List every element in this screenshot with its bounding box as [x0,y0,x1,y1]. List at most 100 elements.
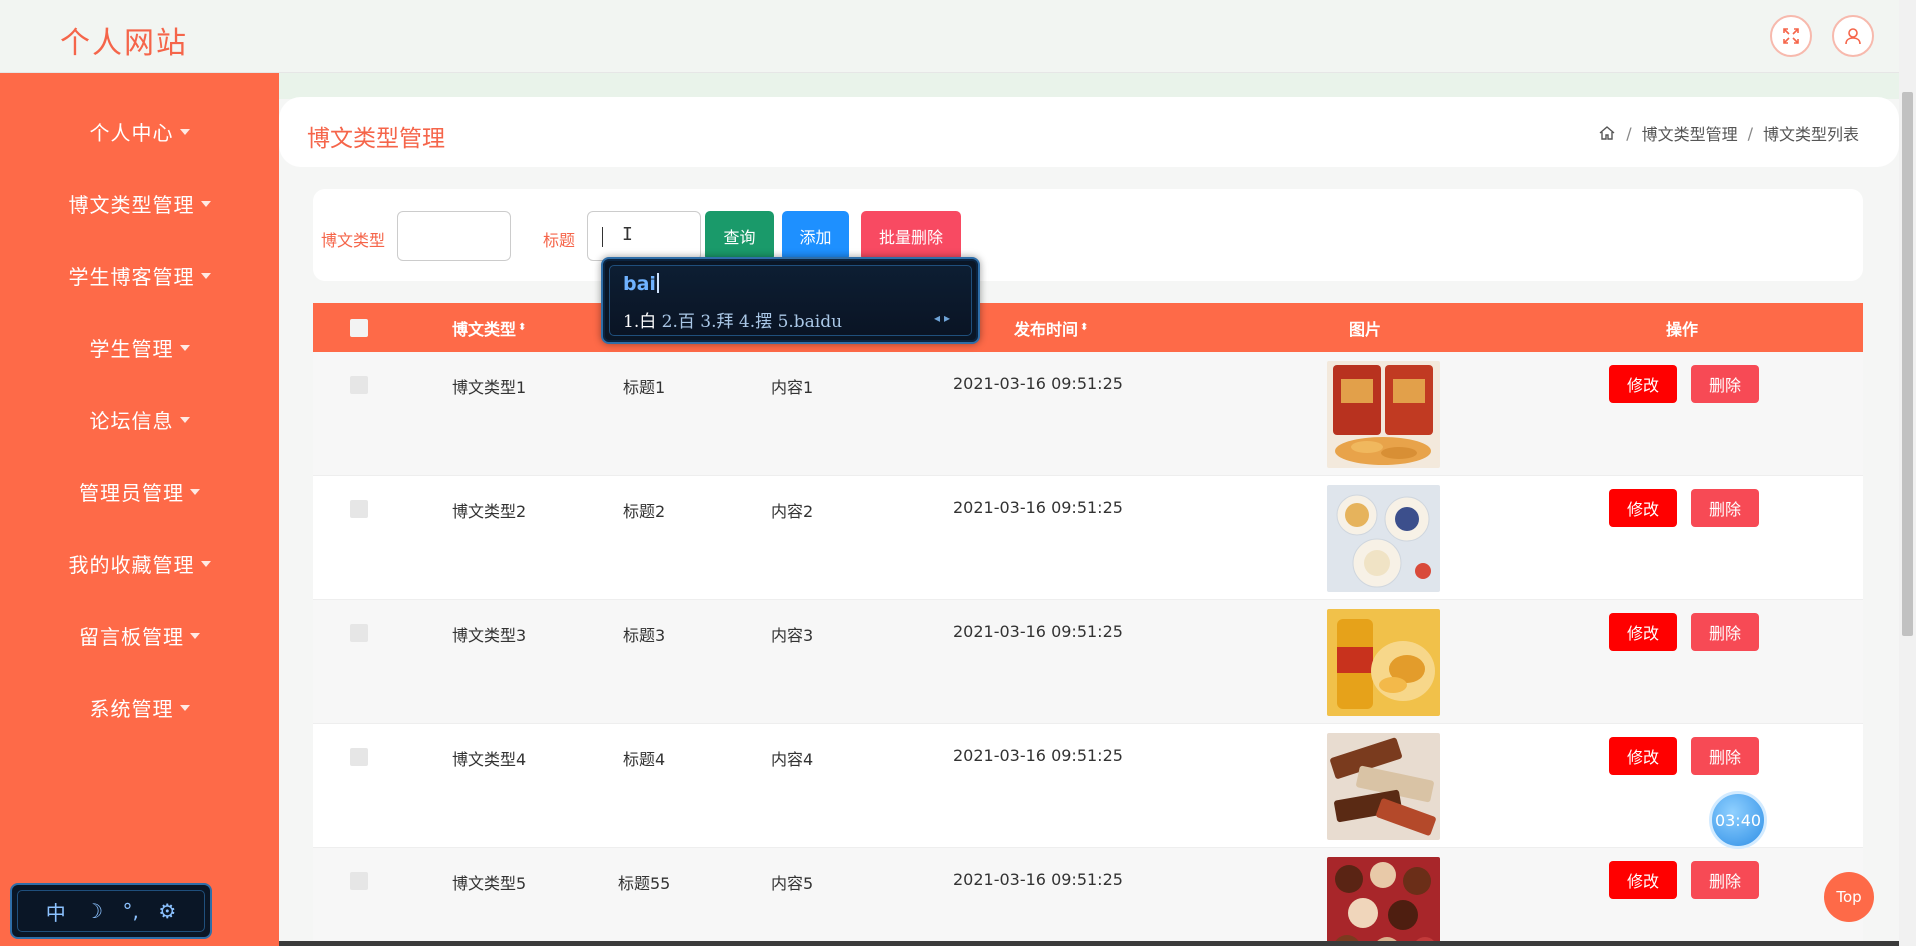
query-button[interactable]: 查询 [705,211,774,261]
cell-content: 内容3 [771,626,814,645]
cell-publish-time: 2021-03-16 09:51:25 [953,374,1123,393]
prev-page-icon[interactable]: ◂ [934,311,944,325]
caret-down-icon [179,417,190,423]
ime-candidate[interactable]: 2.百 [662,312,695,332]
cell-publish-time: 2021-03-16 09:51:25 [953,746,1123,765]
title-input[interactable]: I [587,211,701,261]
sidebar-item-blog-type[interactable]: 博文类型管理 [0,183,279,223]
ime-candidate[interactable]: 3.拜 [700,312,733,332]
caret-down-icon [200,561,211,567]
caret-down-icon [190,633,200,639]
sidebar-item-students[interactable]: 学生管理 [0,327,279,367]
sidebar-item-student-blog[interactable]: 学生博客管理 [0,255,279,295]
moon-icon[interactable]: ☽ [85,899,103,923]
punctuation-icon[interactable]: °, [123,899,139,923]
cell-title: 标题3 [623,626,666,645]
header-label: 图片 [1349,319,1382,339]
user-button[interactable] [1832,15,1874,57]
caret-down-icon [179,129,190,135]
row-checkbox[interactable] [350,624,368,642]
sidebar-item-favorites[interactable]: 我的收藏管理 [0,543,279,583]
table-row: 博文类型4 标题4 内容4 2021-03-16 09:51:25 修改 删除 [313,724,1863,848]
edit-button[interactable]: 修改 [1609,737,1677,775]
sidebar-item-label: 系统管理 [89,696,174,721]
expand-icon [1783,28,1799,44]
ime-page-nav[interactable]: ◂▸ [934,311,954,325]
delete-button[interactable]: 删除 [1691,489,1759,527]
select-all-checkbox[interactable] [350,318,368,337]
delete-button[interactable]: 删除 [1691,861,1759,899]
cell-publish-time: 2021-03-16 09:51:25 [953,622,1123,641]
ime-toolbar: 中 ☽ °, ⚙ [10,883,212,939]
fullscreen-button[interactable] [1770,15,1812,57]
row-checkbox[interactable] [350,748,368,766]
sidebar: 个人中心 博文类型管理 学生博客管理 学生管理 论坛信息 管理员管理 我的收藏管… [0,73,279,946]
sidebar-item-personal-center[interactable]: 个人中心 [0,111,279,151]
ime-candidate-popup: bai 1.白 2.百 3.拜 4.摆 5.baidu ◂▸ [601,257,980,344]
blog-type-input[interactable] [397,211,511,261]
sidebar-item-system[interactable]: 系统管理 [0,687,279,727]
header-actions: 操作 [1666,303,1698,352]
page-scrollbar[interactable] [1899,0,1916,946]
row-thumbnail [1327,609,1440,716]
edit-button[interactable]: 修改 [1609,613,1677,651]
delete-button[interactable]: 删除 [1691,365,1759,403]
add-button[interactable]: 添加 [782,211,849,261]
ime-candidate[interactable]: 5.baidu [778,312,843,332]
back-to-top-button[interactable]: Top [1824,872,1874,922]
table-row: 博文类型3 标题3 内容3 2021-03-16 09:51:25 修改 删除 [313,600,1863,724]
site-title[interactable]: 个人网站 [60,18,188,62]
header-image: 图片 [1349,303,1381,352]
main-top-strip [279,73,1899,99]
caret-down-icon [200,273,211,279]
cell-content: 内容5 [771,874,814,893]
home-icon[interactable] [1598,124,1616,142]
next-page-icon[interactable]: ▸ [944,311,954,325]
row-checkbox[interactable] [350,500,368,518]
ime-candidate[interactable]: 4.摆 [739,312,772,332]
sidebar-item-forum[interactable]: 论坛信息 [0,399,279,439]
cell-title: 标题4 [623,750,666,769]
sidebar-item-admins[interactable]: 管理员管理 [0,471,279,511]
cell-blog-type: 博文类型5 [452,874,527,893]
row-thumbnail [1327,485,1440,592]
ibeam-cursor-icon: I [622,224,633,245]
scrollbar-thumb[interactable] [1902,92,1913,636]
edit-button[interactable]: 修改 [1609,861,1677,899]
row-checkbox[interactable] [350,376,368,394]
batch-delete-button[interactable]: 批量删除 [861,211,961,261]
timer-badge[interactable]: 03:40 [1709,791,1767,849]
row-thumbnail [1327,733,1440,840]
table-row: 博文类型2 标题2 内容2 2021-03-16 09:51:25 修改 删除 [313,476,1863,600]
main-content: 博文类型管理 / 博文类型管理 / 博文类型列表 博文类型 标题 I 查询 添加… [279,73,1899,946]
cell-content: 内容4 [771,750,814,769]
edit-button[interactable]: 修改 [1609,365,1677,403]
cell-publish-time: 2021-03-16 09:51:25 [953,498,1123,517]
sidebar-item-message-board[interactable]: 留言板管理 [0,615,279,655]
caret-down-icon [179,345,190,351]
ime-composition: bai [623,273,659,295]
ime-composition-text: bai [623,273,656,295]
ime-mode-toggle[interactable]: 中 [46,897,66,926]
header-blog-type[interactable]: 博文类型 ⬍ [452,303,526,352]
sort-icon: ⬍ [518,321,527,333]
edit-button[interactable]: 修改 [1609,489,1677,527]
table-header: 博文类型 ⬍ 发布时间 ⬍ 图片 操作 [313,303,1863,352]
row-thumbnail [1327,361,1440,468]
row-checkbox[interactable] [350,872,368,890]
cell-title: 标题2 [623,502,666,521]
text-cursor [602,227,603,247]
breadcrumb-item[interactable]: 博文类型管理 [1642,121,1738,145]
caret-down-icon [200,201,211,207]
header-publish-time[interactable]: 发布时间 ⬍ [1014,303,1088,352]
cell-blog-type: 博文类型4 [452,750,527,769]
sidebar-item-label: 论坛信息 [89,408,174,433]
top-header: 个人网站 [0,0,1916,73]
gear-icon[interactable]: ⚙ [158,899,176,923]
blog-type-table: 博文类型 ⬍ 发布时间 ⬍ 图片 操作 博文类型1 标题1 内容1 2021-03-… [313,303,1863,946]
ime-candidates: 1.白 2.百 3.拜 4.摆 5.baidu [623,307,842,332]
sidebar-item-label: 学生博客管理 [68,264,195,289]
ime-candidate[interactable]: 1.白 [623,312,656,332]
delete-button[interactable]: 删除 [1691,737,1759,775]
delete-button[interactable]: 删除 [1691,613,1759,651]
